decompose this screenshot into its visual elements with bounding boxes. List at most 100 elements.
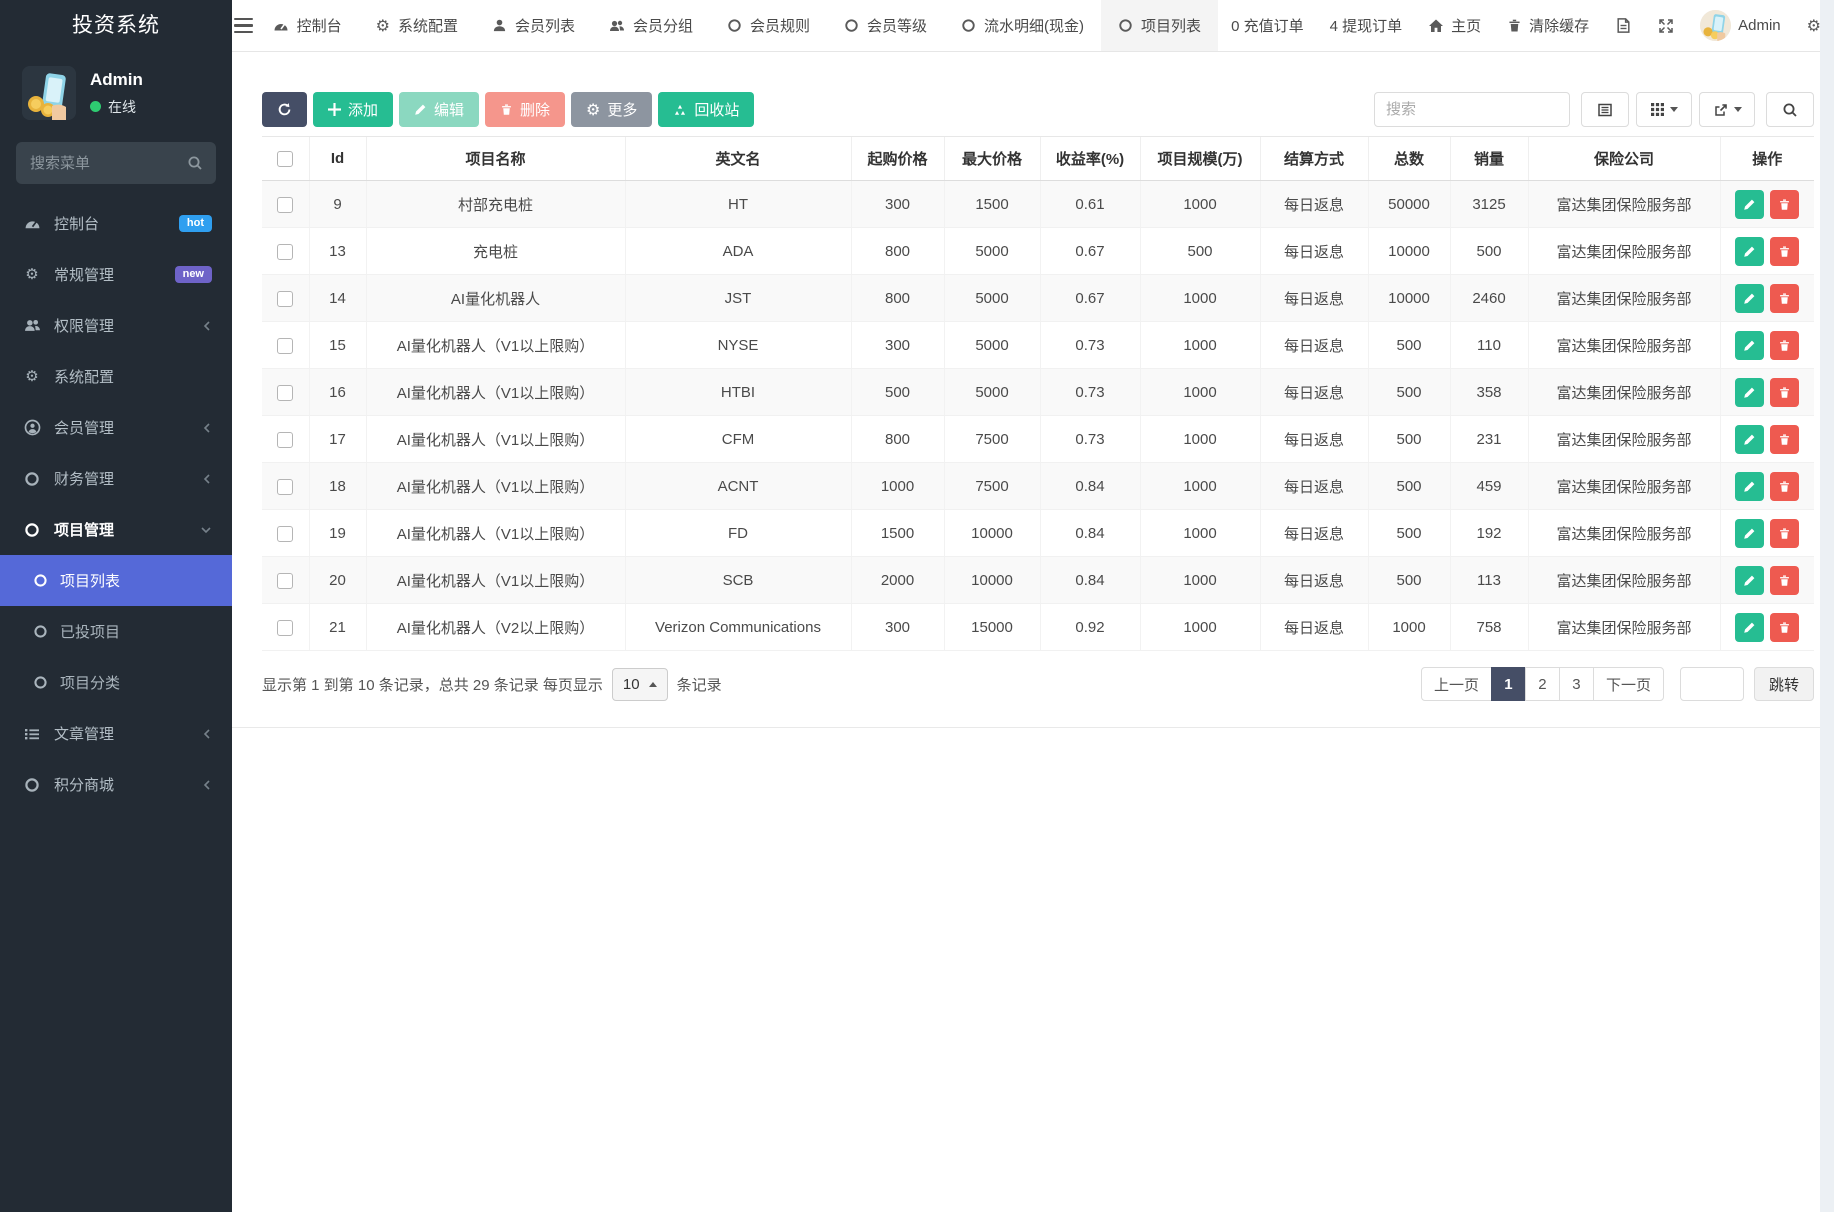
fullscreen-toggle[interactable] bbox=[1645, 0, 1687, 51]
clear-cache-link[interactable]: 清除缓存 bbox=[1494, 0, 1602, 51]
detail-view-button[interactable] bbox=[1581, 92, 1629, 127]
col-header-settle[interactable]: 结算方式 bbox=[1260, 137, 1368, 181]
page-jump-button[interactable]: 跳转 bbox=[1754, 667, 1814, 701]
row-delete-button[interactable] bbox=[1770, 331, 1799, 360]
col-header-min[interactable]: 起购价格 bbox=[851, 137, 944, 181]
more-button[interactable]: ⚙ 更多 bbox=[571, 92, 652, 127]
tab-flow[interactable]: 流水明细(现金) bbox=[944, 0, 1101, 51]
page-size-select[interactable]: 10 bbox=[612, 668, 668, 701]
withdraw-orders-link[interactable]: 4 提现订单 bbox=[1317, 0, 1416, 51]
cell-id: 21 bbox=[309, 604, 366, 651]
page-jump-input[interactable] bbox=[1680, 667, 1744, 701]
scrollbar[interactable] bbox=[1820, 0, 1834, 1212]
gear-icon: ⚙ bbox=[23, 369, 41, 384]
row-edit-button[interactable] bbox=[1735, 331, 1764, 360]
cell-id: 15 bbox=[309, 322, 366, 369]
page-button-3[interactable]: 3 bbox=[1559, 667, 1594, 701]
row-edit-button[interactable] bbox=[1735, 613, 1764, 642]
table-search-input[interactable] bbox=[1374, 92, 1570, 127]
row-delete-button[interactable] bbox=[1770, 378, 1799, 407]
tab-project-list[interactable]: 项目列表 bbox=[1101, 0, 1218, 51]
row-edit-button[interactable] bbox=[1735, 472, 1764, 501]
row-checkbox[interactable] bbox=[277, 291, 293, 307]
row-edit-button[interactable] bbox=[1735, 284, 1764, 313]
sidebar-search-input[interactable] bbox=[16, 142, 216, 184]
col-header-insurer[interactable]: 保险公司 bbox=[1528, 137, 1720, 181]
tab-config[interactable]: ⚙ 系统配置 bbox=[359, 0, 475, 51]
sidebar-item-category[interactable]: 项目分类 bbox=[0, 657, 232, 708]
sidebar-item-auth[interactable]: 权限管理 bbox=[0, 300, 232, 351]
recharge-orders-link[interactable]: 0 充值订单 bbox=[1218, 0, 1317, 51]
row-checkbox[interactable] bbox=[277, 526, 293, 542]
row-checkbox[interactable] bbox=[277, 432, 293, 448]
row-delete-button[interactable] bbox=[1770, 190, 1799, 219]
tab-member-rule[interactable]: 会员规则 bbox=[710, 0, 827, 51]
search-toggle-button[interactable] bbox=[1766, 92, 1814, 127]
row-delete-button[interactable] bbox=[1770, 566, 1799, 595]
sidebar-item-general[interactable]: ⚙ 常规管理 new bbox=[0, 249, 232, 300]
home-icon bbox=[1428, 18, 1444, 34]
col-header-sold[interactable]: 销量 bbox=[1450, 137, 1528, 181]
home-link[interactable]: 主页 bbox=[1415, 0, 1494, 51]
hamburger-menu-icon[interactable] bbox=[232, 0, 256, 51]
add-button[interactable]: 添加 bbox=[313, 92, 393, 127]
recycle-bin-button[interactable]: 回收站 bbox=[658, 92, 754, 127]
sidebar-item-member[interactable]: 会员管理 bbox=[0, 402, 232, 453]
export-button[interactable] bbox=[1699, 92, 1755, 127]
row-checkbox[interactable] bbox=[277, 573, 293, 589]
row-delete-button[interactable] bbox=[1770, 613, 1799, 642]
col-header-total[interactable]: 总数 bbox=[1368, 137, 1450, 181]
next-page-button[interactable]: 下一页 bbox=[1593, 667, 1664, 701]
row-edit-button[interactable] bbox=[1735, 519, 1764, 548]
col-header-max[interactable]: 最大价格 bbox=[944, 137, 1040, 181]
cell-min: 300 bbox=[851, 322, 944, 369]
sidebar-item-config[interactable]: ⚙ 系统配置 bbox=[0, 351, 232, 402]
row-edit-button[interactable] bbox=[1735, 237, 1764, 266]
row-checkbox[interactable] bbox=[277, 197, 293, 213]
row-delete-button[interactable] bbox=[1770, 472, 1799, 501]
row-delete-button[interactable] bbox=[1770, 519, 1799, 548]
row-edit-button[interactable] bbox=[1735, 190, 1764, 219]
tab-member-group[interactable]: 会员分组 bbox=[592, 0, 710, 51]
sidebar-item-project-list[interactable]: 项目列表 bbox=[0, 555, 232, 606]
user-menu[interactable]: Admin bbox=[1687, 0, 1794, 51]
row-checkbox[interactable] bbox=[277, 338, 293, 354]
sidebar-item-finance[interactable]: 财务管理 bbox=[0, 453, 232, 504]
cell-id: 13 bbox=[309, 228, 366, 275]
row-checkbox[interactable] bbox=[277, 620, 293, 636]
row-delete-button[interactable] bbox=[1770, 284, 1799, 313]
columns-button[interactable] bbox=[1636, 92, 1692, 127]
page-button-2[interactable]: 2 bbox=[1525, 667, 1560, 701]
row-edit-button[interactable] bbox=[1735, 566, 1764, 595]
col-header-name[interactable]: 项目名称 bbox=[366, 137, 625, 181]
refresh-button[interactable] bbox=[262, 92, 307, 127]
col-header-en[interactable]: 英文名 bbox=[625, 137, 851, 181]
sidebar-item-invested[interactable]: 已投项目 bbox=[0, 606, 232, 657]
sidebar-item-dashboard[interactable]: 控制台 hot bbox=[0, 198, 232, 249]
prev-page-button[interactable]: 上一页 bbox=[1421, 667, 1492, 701]
row-checkbox[interactable] bbox=[277, 479, 293, 495]
dashboard-icon bbox=[273, 18, 289, 34]
cell-name: AI量化机器人（V1以上限购） bbox=[366, 322, 625, 369]
col-header-rate[interactable]: 收益率(%) bbox=[1040, 137, 1140, 181]
tab-dashboard[interactable]: 控制台 bbox=[256, 0, 359, 51]
sidebar-item-project[interactable]: 项目管理 bbox=[0, 504, 232, 555]
row-delete-button[interactable] bbox=[1770, 237, 1799, 266]
select-all-checkbox[interactable] bbox=[277, 151, 293, 167]
col-header-id[interactable]: Id bbox=[309, 137, 366, 181]
row-edit-button[interactable] bbox=[1735, 425, 1764, 454]
row-edit-button[interactable] bbox=[1735, 378, 1764, 407]
tab-label: 会员规则 bbox=[750, 15, 810, 36]
row-checkbox[interactable] bbox=[277, 385, 293, 401]
sidebar-item-score[interactable]: 积分商城 bbox=[0, 759, 232, 810]
tab-member-list[interactable]: 会员列表 bbox=[475, 0, 592, 51]
delete-button[interactable]: 删除 bbox=[485, 92, 565, 127]
edit-button[interactable]: 编辑 bbox=[399, 92, 479, 127]
row-delete-button[interactable] bbox=[1770, 425, 1799, 454]
sidebar-item-article[interactable]: 文章管理 bbox=[0, 708, 232, 759]
tab-member-level[interactable]: 会员等级 bbox=[827, 0, 944, 51]
page-button-1[interactable]: 1 bbox=[1491, 667, 1526, 701]
language-switcher[interactable] bbox=[1602, 0, 1645, 51]
row-checkbox[interactable] bbox=[277, 244, 293, 260]
col-header-scale[interactable]: 项目规模(万) bbox=[1140, 137, 1260, 181]
